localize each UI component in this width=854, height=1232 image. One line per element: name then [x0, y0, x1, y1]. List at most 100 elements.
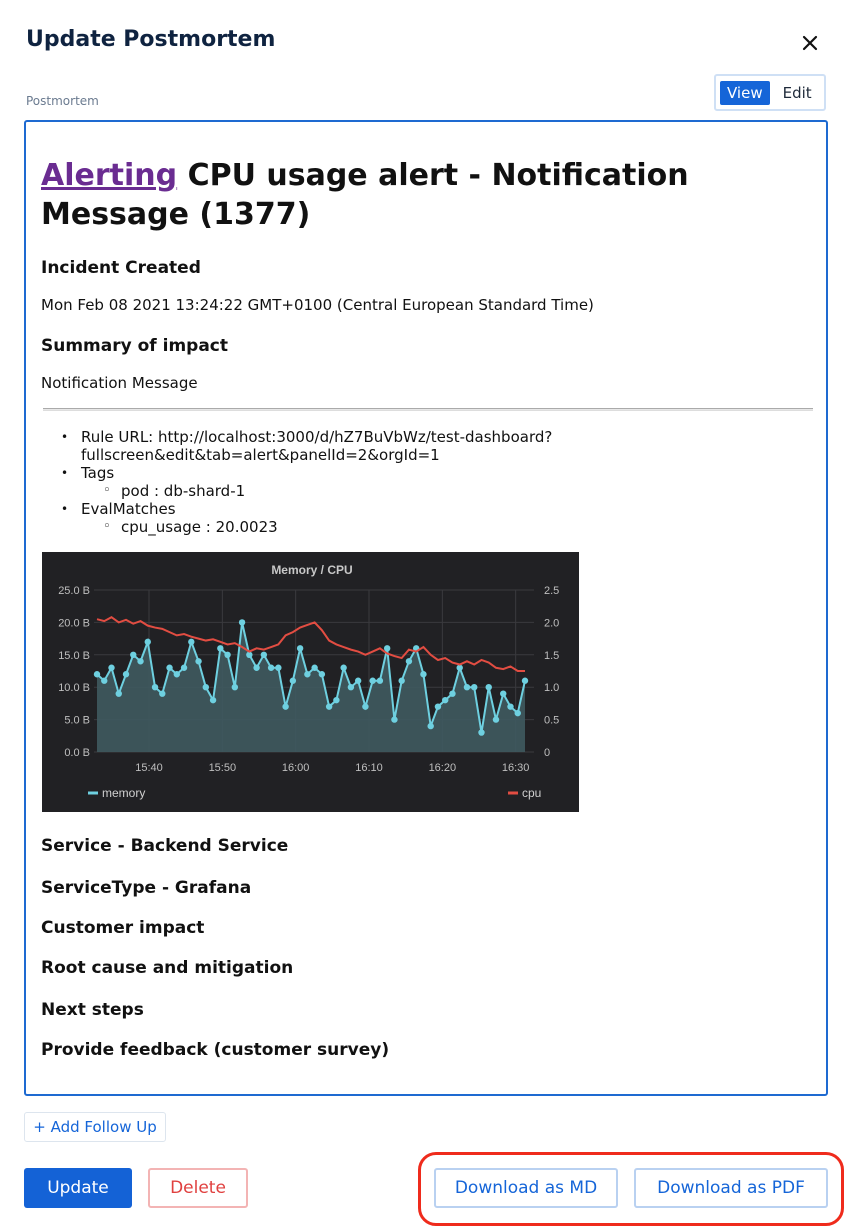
memory-point [391, 716, 398, 723]
section-label: Postmortem [26, 94, 99, 108]
memory-point [318, 671, 326, 678]
memory-point [166, 664, 173, 671]
edit-toggle-button[interactable]: Edit [776, 81, 819, 105]
memory-point [93, 671, 101, 678]
memory-point [362, 703, 369, 710]
memory-point [478, 729, 485, 736]
x-tick-label: 16:00 [282, 762, 310, 774]
y2-tick-label: 0 [544, 747, 550, 759]
memory-point [492, 716, 500, 723]
memory-point [101, 677, 108, 684]
memory-point [217, 645, 224, 652]
memory-point [137, 658, 144, 665]
list-item: pod : db-shard-1 [103, 482, 552, 500]
y-tick-label: 0.0 B [64, 747, 90, 759]
customer-impact-heading: Customer impact [41, 918, 205, 938]
list-item: Rule URL: http://localhost:3000/d/hZ7BuV… [61, 428, 553, 464]
download-pdf-button[interactable]: Download as PDF [634, 1168, 828, 1208]
memory-point [209, 696, 217, 704]
update-button[interactable]: Update [24, 1168, 132, 1208]
memory-point [434, 703, 442, 710]
memory-point [311, 664, 318, 671]
memory-point [398, 677, 405, 684]
legend-label-cpu[interactable]: cpu [522, 786, 541, 800]
memory-point [151, 684, 159, 691]
rule-url-text: Rule URL: http://localhost:3000/d/hZ7BuV… [81, 428, 553, 446]
summary-heading: Summary of impact [41, 336, 229, 356]
incident-created-heading: Incident Created [41, 258, 201, 278]
horizontal-rule [43, 408, 813, 411]
memory-point [159, 690, 166, 697]
memory-point [180, 664, 188, 671]
y-tick-label: 20.0 B [58, 617, 90, 629]
memory-point [282, 703, 289, 710]
memory-point [304, 671, 311, 678]
memory-point [383, 645, 391, 652]
memory-point [231, 684, 239, 691]
memory-point [463, 684, 471, 691]
alert-details-list: Rule URL: http://localhost:3000/d/hZ7BuV… [61, 428, 553, 536]
service-type-heading: ServiceType - Grafana [41, 878, 252, 898]
y-tick-label: 10.0 B [58, 682, 90, 694]
memory-point [347, 684, 355, 691]
legend-label-memory[interactable]: memory [102, 786, 145, 800]
memory-point [449, 690, 456, 697]
memory-point [195, 658, 202, 665]
memory-point [500, 690, 507, 697]
rule-url-text-cont: fullscreen&edit&tab=alert&panelId=2&orgI… [81, 446, 440, 464]
feedback-heading: Provide feedback (customer survey) [41, 1040, 390, 1060]
add-follow-up-button[interactable]: + Add Follow Up [24, 1112, 166, 1142]
memory-point [144, 638, 151, 646]
list-item: cpu_usage : 20.0023 [103, 518, 552, 536]
root-cause-heading: Root cause and mitigation [41, 958, 294, 978]
memory-point [369, 677, 376, 684]
x-tick-label: 16:30 [502, 762, 530, 774]
document-title: Alerting CPU usage alert - Notification … [41, 156, 811, 234]
memory-point [485, 684, 492, 691]
list-item: EvalMatches [61, 500, 552, 518]
x-tick-label: 15:40 [135, 762, 163, 774]
memory-point [333, 696, 340, 704]
postmortem-document: Alerting CPU usage alert - Notification … [24, 120, 828, 1096]
modal-title: Update Postmortem [26, 27, 276, 52]
memory-point [238, 619, 246, 626]
delete-button[interactable]: Delete [148, 1168, 248, 1208]
memory-point [442, 696, 449, 704]
next-steps-heading: Next steps [41, 1000, 144, 1020]
memory-point [267, 664, 275, 671]
memory-point [275, 664, 282, 671]
incident-created-value: Mon Feb 08 2021 13:24:22 GMT+0100 (Centr… [41, 296, 594, 314]
x-tick-label: 16:20 [429, 762, 457, 774]
alerting-link[interactable]: Alerting [41, 158, 177, 193]
memory-point [420, 671, 427, 678]
summary-value: Notification Message [41, 374, 198, 392]
memory-point [521, 677, 529, 684]
y-tick-label: 15.0 B [58, 650, 90, 662]
download-md-button[interactable]: Download as MD [434, 1168, 618, 1208]
memory-point [376, 677, 384, 684]
memory-point [296, 645, 304, 652]
memory-point [405, 658, 413, 665]
list-item: Tags [61, 464, 552, 482]
memory-point [130, 651, 137, 658]
y2-tick-label: 0.5 [544, 715, 559, 727]
memory-point [325, 703, 333, 710]
memory-cpu-chart: Memory / CPU 25.0 B 2.5 20.0 B 2.0 15.0 B 1.5… [42, 552, 579, 812]
y2-tick-label: 1.0 [544, 682, 559, 694]
memory-point [471, 684, 478, 691]
view-edit-toggle: View Edit [714, 74, 826, 111]
memory-point [202, 684, 210, 691]
x-tick-label: 16:10 [355, 762, 383, 774]
memory-point [108, 664, 115, 671]
service-heading: Service - Backend Service [41, 836, 289, 856]
memory-point [253, 664, 260, 671]
memory-point [115, 690, 122, 697]
close-icon[interactable] [800, 33, 820, 53]
chart-title: Memory / CPU [271, 563, 352, 577]
y-tick-label: 5.0 B [64, 715, 90, 727]
y2-tick-label: 2.5 [544, 585, 559, 597]
memory-point [224, 651, 231, 658]
memory-point [427, 722, 434, 730]
y-tick-label: 25.0 B [58, 585, 90, 597]
view-toggle-button[interactable]: View [720, 80, 770, 105]
